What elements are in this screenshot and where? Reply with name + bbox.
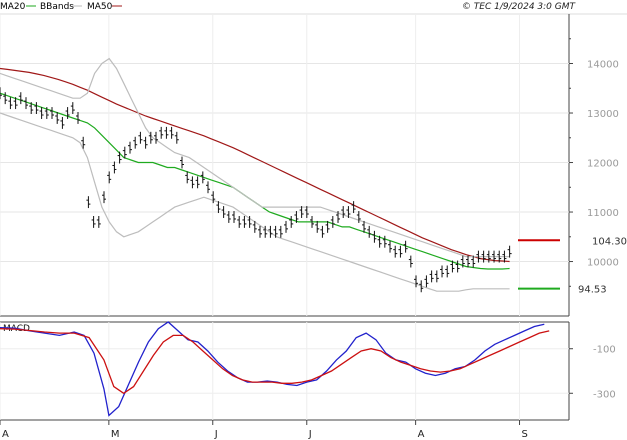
price-tick-label: 13000 [587,109,619,120]
x-tick-label: J [214,429,218,440]
stock-chart: MA20 BBands MA50 © TEC 1/9/2024 3:0 GMT … [0,2,627,440]
price-tick-label: 14000 [587,60,619,71]
x-axis: AMJJAS [0,420,528,440]
x-tick-label: A [2,429,9,440]
macd-tick-label: -300 [593,389,616,400]
marker-label-1: 94.53 [578,285,607,296]
price-gridlines [0,14,569,316]
price-series [0,57,510,292]
macd-tick-label: -100 [593,345,616,356]
x-tick-label: M [111,429,120,440]
legend: MA20 BBands MA50 [0,2,122,12]
legend-ma20-label: MA20 [0,2,26,12]
x-tick-label: A [418,429,425,440]
price-tick-label: 11000 [587,208,619,219]
x-tick-label: J [308,429,312,440]
price-tick-label: 10000 [587,258,619,269]
macd-series-signal [0,328,550,395]
price-tick-label: 12000 [587,159,619,170]
source-timestamp: © TEC 1/9/2024 3:0 GMT [462,2,577,12]
price-y-axis: 10000 11000 12000 13000 14000 [569,38,619,287]
legend-ma50-label: MA50 [87,2,113,12]
macd-y-axis: -100 -300 [569,345,616,400]
price-panel-frame [0,13,627,317]
legend-bbands-label: BBands [40,2,74,12]
x-tick-label: S [522,429,528,440]
marker-label-0: 104.30 [592,236,627,247]
macd-series [0,321,550,417]
